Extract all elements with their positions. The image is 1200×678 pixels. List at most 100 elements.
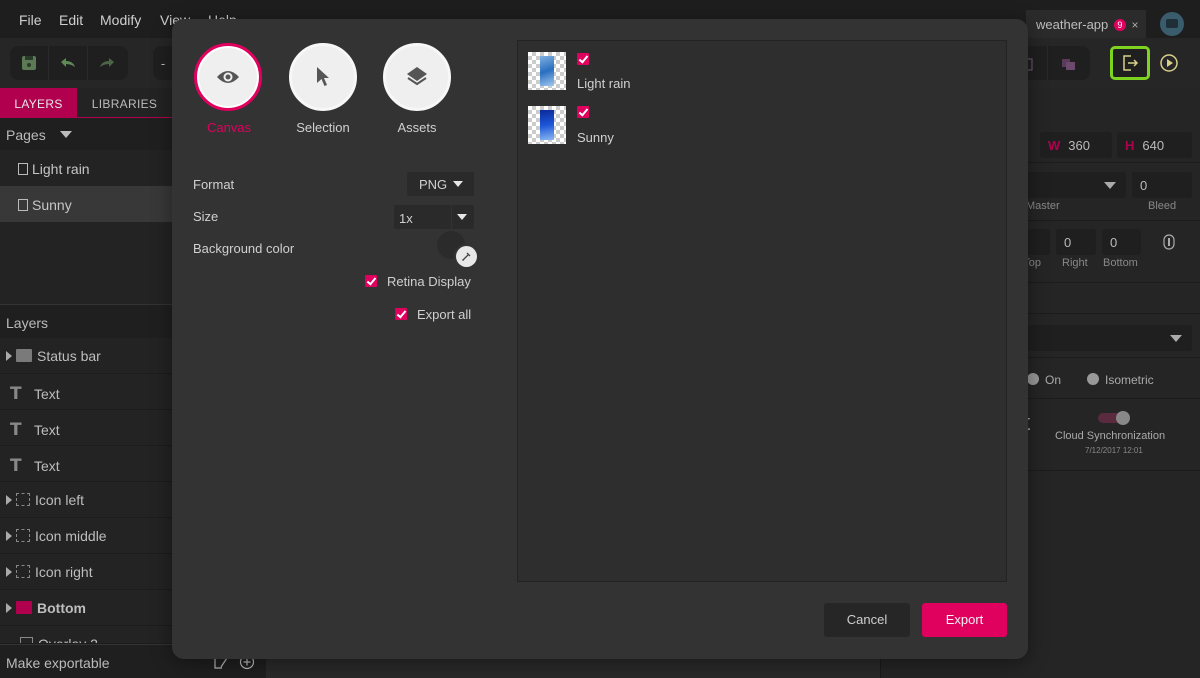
page-item-sunny[interactable]: Sunny [0,186,172,222]
bleed-label: Bleed [1148,200,1177,212]
expand-arrow-icon[interactable] [6,603,12,613]
radio-on-label: On [1045,373,1062,387]
layer-item[interactable]: T Text [0,374,172,410]
asset-checkbox[interactable] [577,106,589,118]
layer-label: Overlay 2 [38,636,98,644]
layer-item[interactable]: Overlay 2 [0,626,172,644]
expand-arrow-icon[interactable] [6,531,12,541]
cloud-sync-label: Cloud Synchronization [1055,430,1166,442]
thumbnail-image [540,56,554,86]
document-tab-title: weather-app [1036,17,1109,32]
layer-item[interactable]: Status bar [0,338,172,374]
format-select[interactable]: PNG [407,172,474,196]
export-icon [1123,55,1139,71]
expand-arrow-icon[interactable] [6,351,12,361]
expand-arrow-icon[interactable] [6,567,12,577]
cloud-sync-toggle[interactable] [1098,411,1130,425]
style-select[interactable] [1020,325,1192,351]
height-field[interactable]: H 640 [1117,132,1192,158]
retina-display-checkbox[interactable] [365,275,377,287]
layer-item[interactable]: T Text [0,410,172,446]
sidebar-tabs: LAYERS LIBRARIES [0,88,172,118]
rectangle-icon [20,637,33,643]
notification-badge: 9 [1113,19,1126,31]
layer-item[interactable]: Icon middle [0,518,172,554]
size-value: 1x [399,211,413,226]
layers-header: Layers [0,304,172,338]
format-label: Format [193,177,235,192]
layer-item[interactable]: Icon right [0,554,172,590]
page-item-label: Sunny [32,197,72,213]
right-label: Right [1062,257,1088,269]
page-item-light-rain[interactable]: Light rain [0,150,172,186]
document-tab[interactable]: weather-app 9 × [1026,10,1146,38]
layer-item[interactable]: Bottom [0,590,172,626]
layer-label: Text [34,422,60,438]
chevron-down-icon [1170,335,1182,342]
bottom-label: Bottom [1103,257,1138,269]
cloud-sync-time: 7/12/2017 12:01 [1085,446,1143,455]
tab-libraries[interactable]: LIBRARIES [77,88,172,117]
width-value: 360 [1068,138,1090,153]
background-color-label: Background color [193,241,295,256]
mode-assets-label: Assets [397,120,437,135]
bleed-field[interactable]: 0 [1132,172,1192,198]
close-tab-icon[interactable]: × [1132,18,1139,32]
radio-on[interactable] [1027,373,1039,385]
menu-file[interactable]: File [19,12,42,28]
master-label: Master [1026,200,1060,212]
mode-assets-button[interactable] [383,43,451,111]
left-sidebar: LAYERS LIBRARIES Pages Light rain Sunny … [0,88,172,678]
undo-button[interactable] [49,46,87,80]
export-button[interactable]: Export [922,603,1007,637]
expand-arrow-icon[interactable] [6,495,12,505]
preview-button[interactable] [1152,46,1186,80]
master-select[interactable] [1020,172,1126,198]
menu-modify[interactable]: Modify [100,12,141,28]
mode-canvas-button[interactable] [194,43,262,111]
export-toolbar-button[interactable] [1110,46,1150,80]
layers-icon [407,67,427,86]
size-label: Size [193,209,219,224]
layer-label: Icon middle [35,528,107,544]
layer-item[interactable]: T Text [0,446,172,482]
save-button[interactable] [10,46,48,80]
redo-button[interactable] [88,46,126,80]
export-dialog: Canvas Selection Assets Format PNG Size … [172,19,1028,659]
eye-icon [217,71,239,83]
toolbar-divider [1047,46,1048,80]
eyedropper-icon [461,252,471,262]
asset-checkbox[interactable] [577,53,589,65]
menu-edit[interactable]: Edit [59,12,83,28]
layer-item[interactable]: Icon left [0,482,172,518]
radio-isometric[interactable] [1087,373,1099,385]
export-all-checkbox[interactable] [395,308,407,320]
right-field[interactable]: 0 [1056,229,1096,255]
zoom-out-button[interactable]: - [153,46,173,80]
chevron-down-icon [457,214,467,220]
height-value: 640 [1142,138,1165,153]
asset-name: Light rain [577,76,631,91]
folder-icon [16,349,32,362]
component-icon [16,529,30,542]
mode-selection-button[interactable] [289,43,357,111]
undo-icon [61,58,75,67]
pages-header[interactable]: Pages [0,118,172,150]
layer-label: Bottom [37,600,86,616]
size-select[interactable]: 1x [394,205,474,229]
cancel-button[interactable]: Cancel [824,603,910,637]
layer-label: Text [34,386,60,402]
arrange-button[interactable] [1050,46,1088,80]
select-divider [451,205,452,229]
constrain-icon[interactable] [1163,234,1175,255]
bottom-field[interactable]: 0 [1102,229,1141,255]
tab-layers[interactable]: LAYERS [0,88,77,117]
eyedropper-button[interactable] [456,246,477,267]
history-group [10,46,128,80]
width-field[interactable]: W 360 [1040,132,1112,158]
user-avatar[interactable] [1160,12,1184,36]
text-layer-icon: T [10,456,22,476]
component-icon [16,565,30,578]
make-exportable-label: Make exportable [6,655,110,671]
chevron-down-icon [59,131,72,138]
